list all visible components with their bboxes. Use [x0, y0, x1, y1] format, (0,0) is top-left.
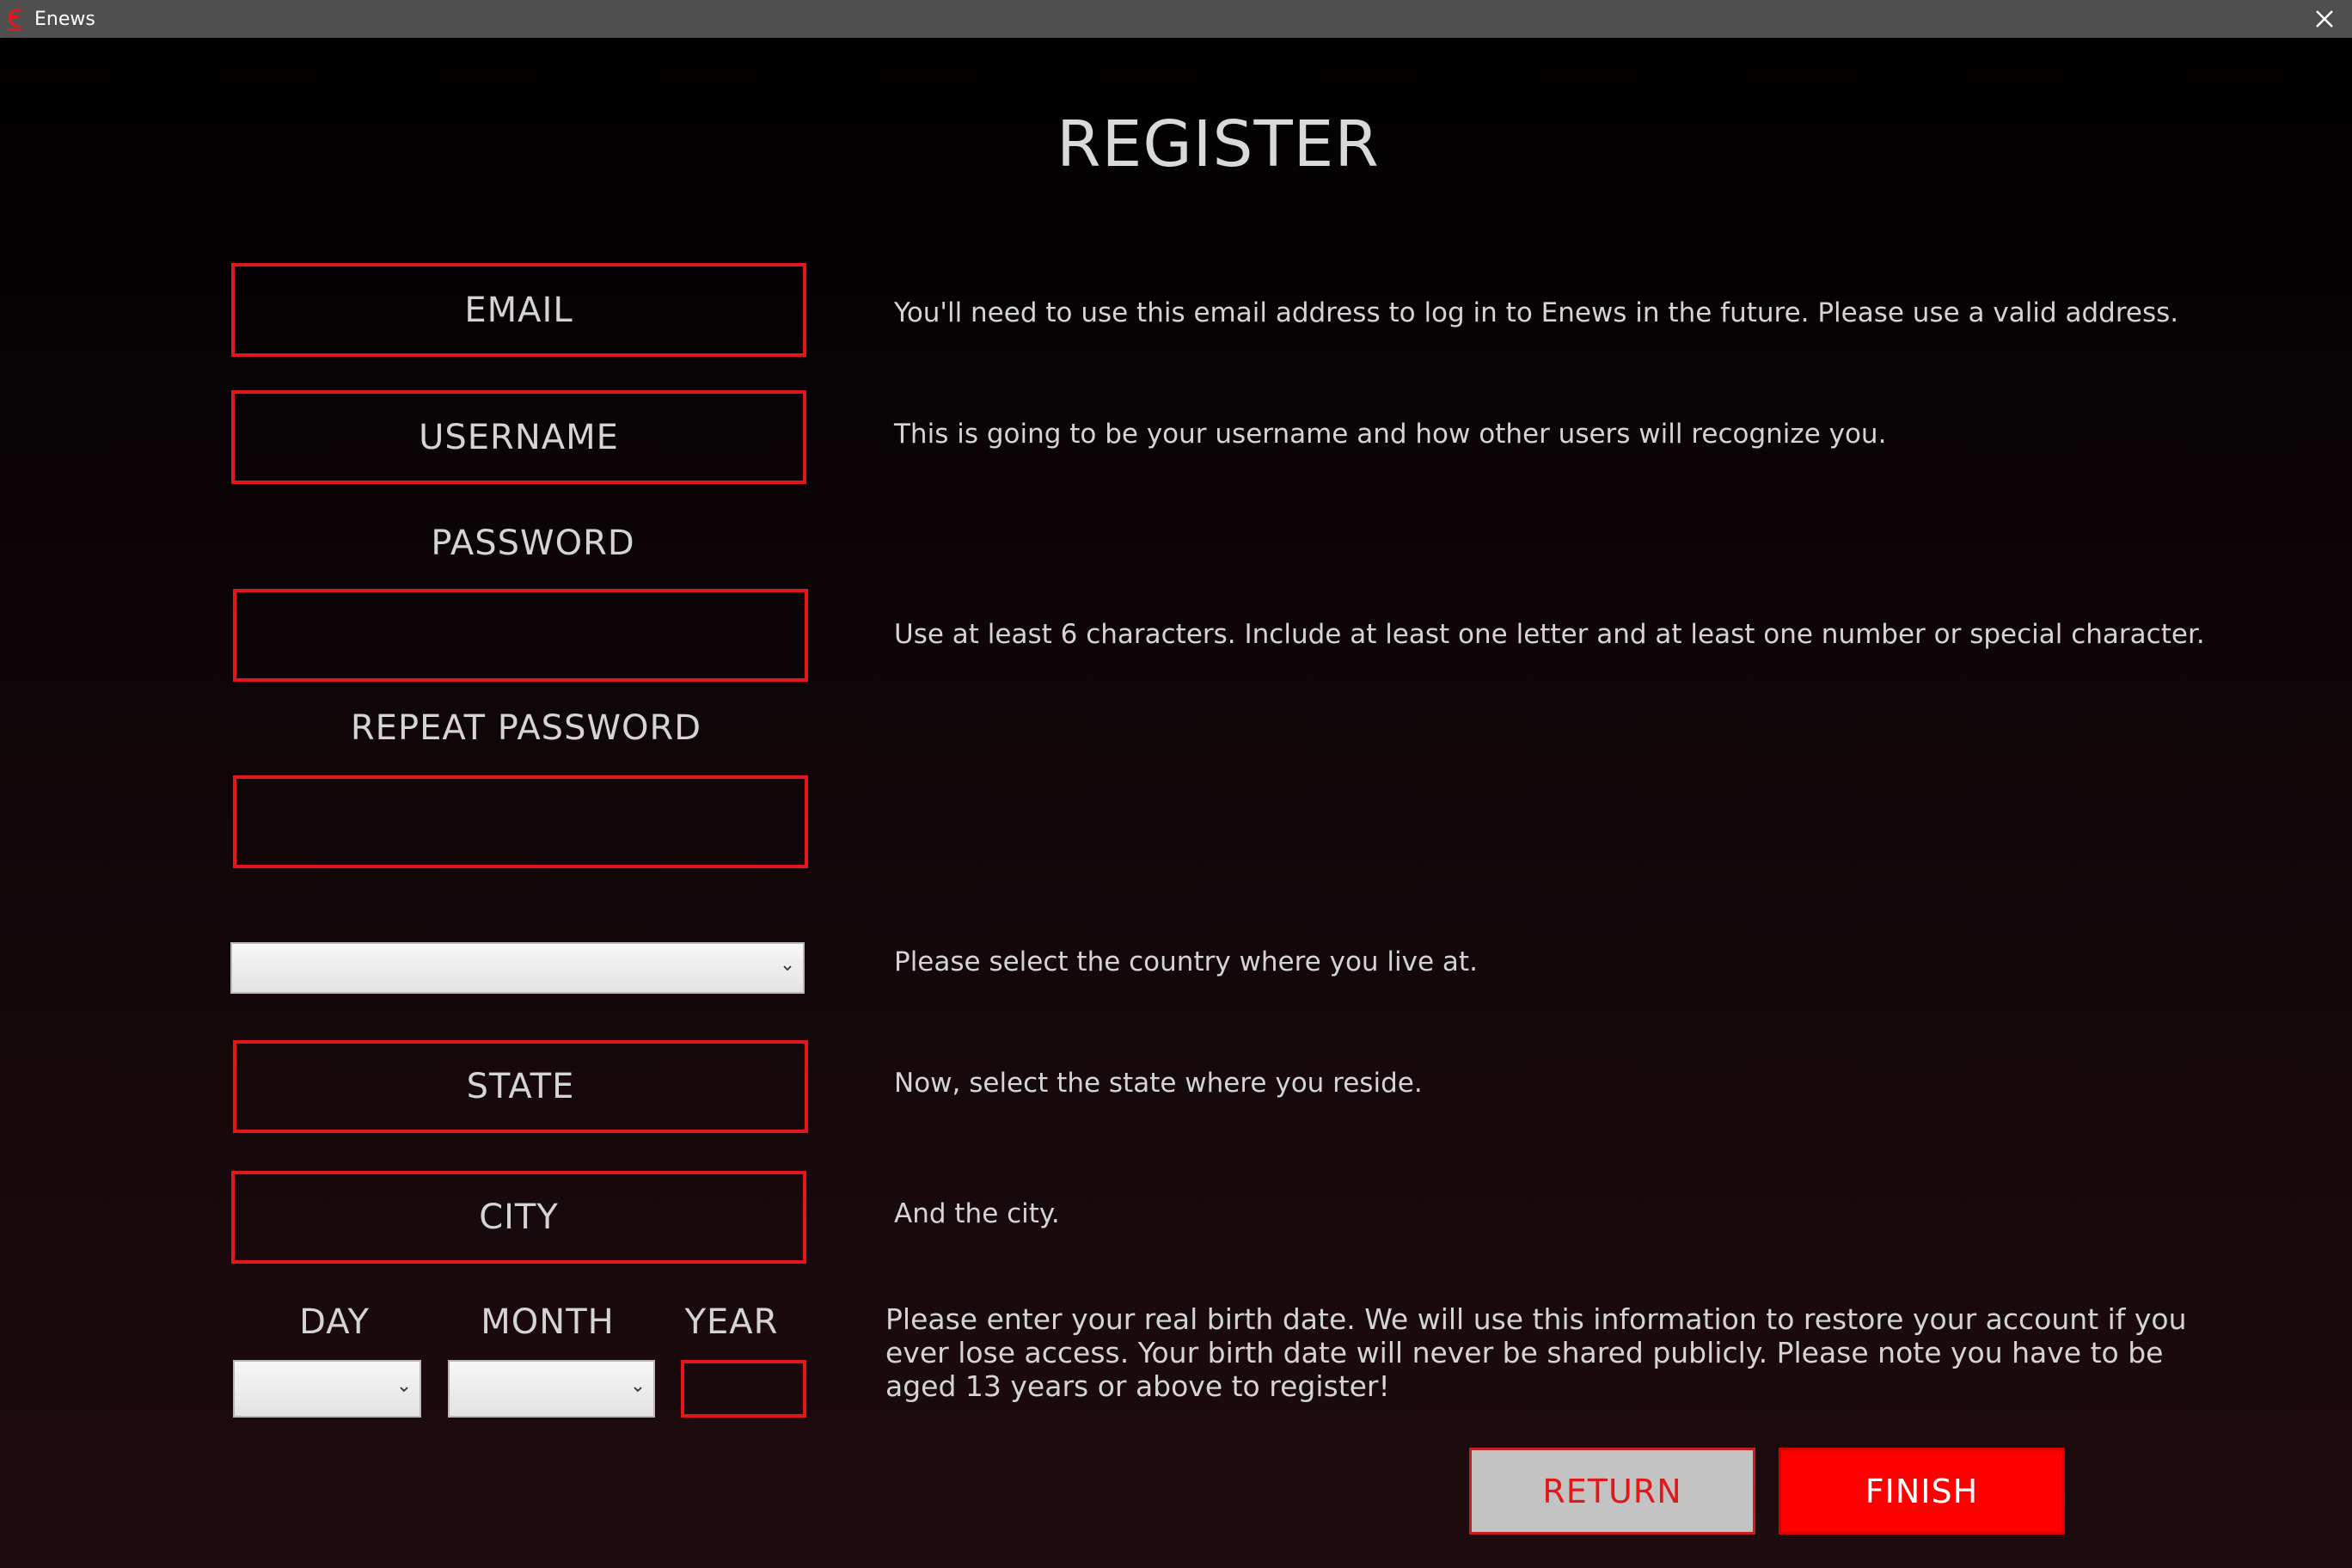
email-hint: You'll need to use this email address to… [894, 297, 2179, 328]
month-select[interactable] [448, 1360, 655, 1418]
page-title: REGISTER [1057, 107, 1380, 181]
chevron-down-icon [634, 1386, 642, 1392]
month-label: MONTH [481, 1302, 615, 1342]
password-hint: Use at least 6 characters. Include at le… [894, 619, 2205, 650]
password-label: PASSWORD [431, 524, 635, 563]
year-field[interactable] [681, 1360, 806, 1418]
close-icon[interactable] [2309, 3, 2340, 34]
repeat-password-field[interactable] [233, 775, 808, 868]
register-window: Enews REGISTER EMAIL You'll need to use … [0, 0, 2352, 1568]
day-label: DAY [299, 1302, 370, 1342]
state-hint: Now, select the state where you reside. [894, 1068, 1423, 1099]
return-button-label: RETURN [1542, 1472, 1682, 1510]
title-bar: Enews [0, 0, 2352, 38]
city-placeholder: CITY [479, 1197, 559, 1237]
birth-date-hint: Please enter your real birth date. We wi… [885, 1302, 2187, 1403]
password-field[interactable] [233, 589, 808, 682]
finish-button-label: FINISH [1865, 1472, 1979, 1510]
chevron-down-icon [783, 965, 792, 971]
city-field[interactable]: CITY [231, 1171, 806, 1264]
email-field[interactable]: EMAIL [231, 263, 806, 357]
enews-logo-icon [8, 9, 21, 31]
country-hint: Please select the country where you live… [894, 946, 1478, 977]
chevron-down-icon [400, 1386, 408, 1392]
year-label: YEAR [684, 1302, 779, 1342]
day-select[interactable] [233, 1360, 421, 1418]
state-placeholder: STATE [466, 1067, 575, 1106]
window-title: Enews [34, 9, 95, 30]
username-placeholder: USERNAME [419, 417, 619, 457]
username-field[interactable]: USERNAME [231, 390, 806, 484]
finish-button[interactable]: FINISH [1779, 1448, 2065, 1534]
repeat-password-label: REPEAT PASSWORD [350, 708, 702, 748]
return-button[interactable]: RETURN [1469, 1448, 1755, 1534]
country-select[interactable] [230, 942, 805, 994]
city-hint: And the city. [894, 1198, 1060, 1229]
state-field[interactable]: STATE [233, 1040, 808, 1133]
email-placeholder: EMAIL [464, 290, 573, 330]
username-hint: This is going to be your username and ho… [894, 419, 1887, 450]
